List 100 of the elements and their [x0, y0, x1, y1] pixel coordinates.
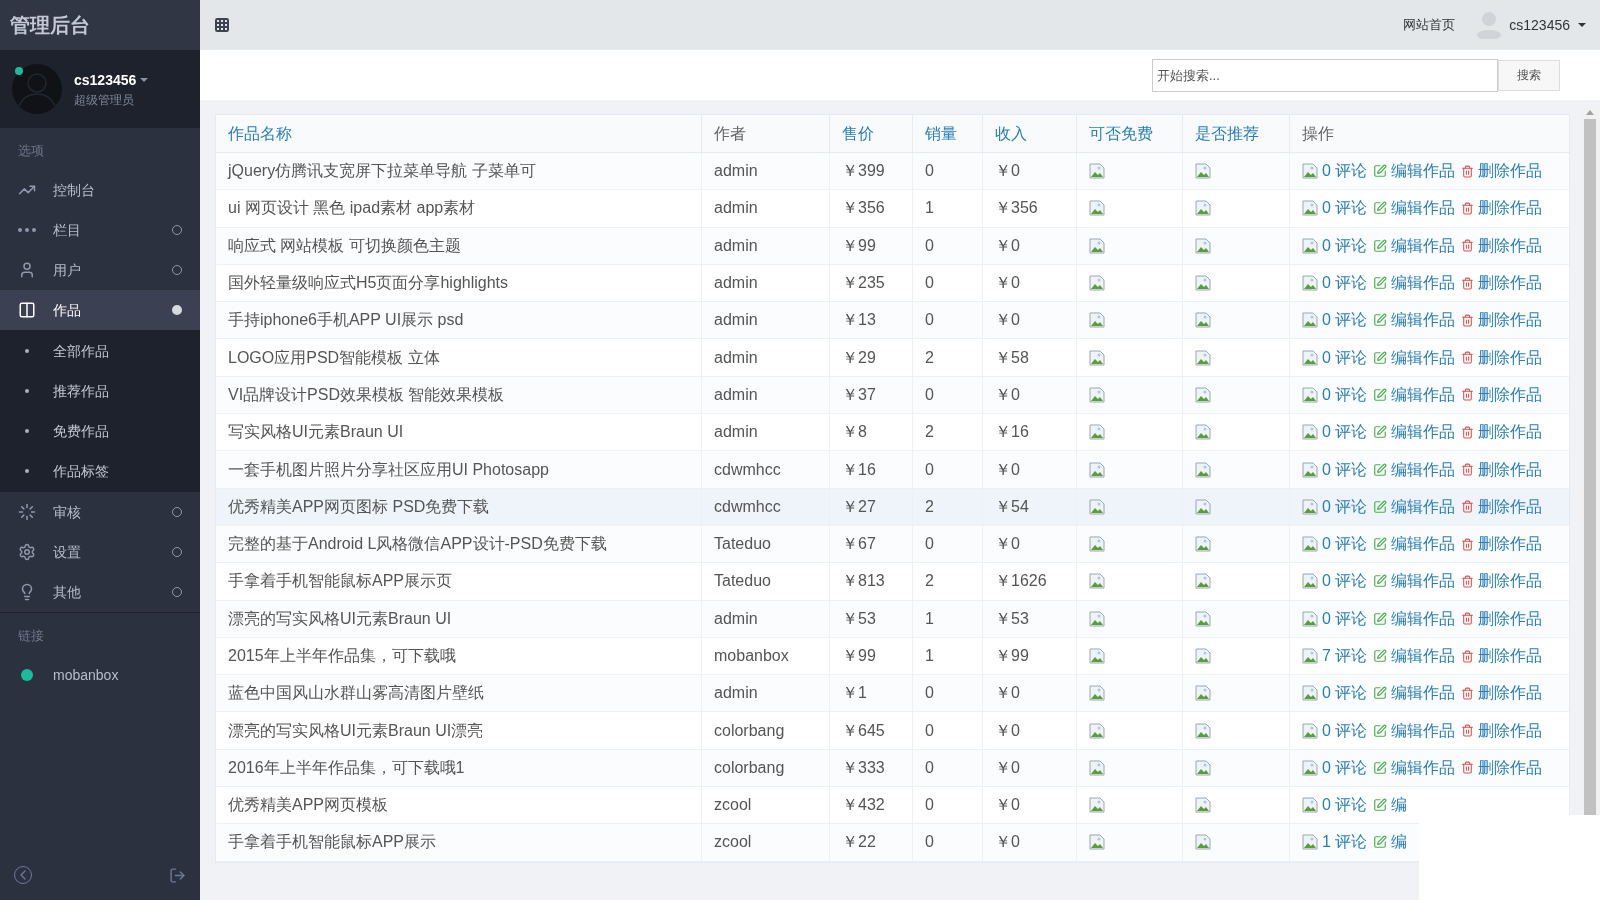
table-cell: admin: [702, 376, 830, 414]
edit-link[interactable]: 编辑作品: [1391, 755, 1456, 780]
delete-link[interactable]: 删除作品: [1478, 196, 1543, 221]
edit-link[interactable]: 编辑作品: [1391, 382, 1456, 407]
delete-link[interactable]: 删除作品: [1478, 420, 1543, 445]
comments-link[interactable]: 1 评论: [1322, 830, 1368, 855]
home-link[interactable]: 网站首页: [1403, 15, 1456, 35]
submenu-item[interactable]: 全部作品: [0, 331, 200, 371]
sidebar-item[interactable]: 用户: [0, 250, 200, 290]
comments-link[interactable]: 0 评论: [1322, 345, 1368, 370]
search-button[interactable]: 搜索: [1498, 59, 1560, 91]
comments-link[interactable]: 0 评论: [1322, 606, 1368, 631]
column-header[interactable]: 可否免费: [1077, 115, 1183, 152]
submenu-item[interactable]: 推荐作品: [0, 371, 200, 411]
comments-link[interactable]: 0 评论: [1322, 718, 1368, 743]
edit-link[interactable]: 编辑作品: [1391, 233, 1456, 258]
sidebar-link[interactable]: mobanbox: [0, 655, 200, 695]
delete-link[interactable]: 删除作品: [1478, 644, 1543, 668]
sidebar-item[interactable]: 栏目: [0, 210, 200, 250]
edit-link[interactable]: 编: [1391, 793, 1408, 818]
edit-link[interactable]: 编: [1391, 830, 1408, 855]
comments-link[interactable]: 0 评论: [1322, 420, 1368, 445]
search-field[interactable]: 开始搜索...: [1152, 58, 1498, 92]
delete-link[interactable]: 删除作品: [1478, 755, 1543, 780]
edit-link[interactable]: 编辑作品: [1391, 606, 1456, 631]
edit-link[interactable]: 编辑作品: [1391, 494, 1456, 519]
delete-link[interactable]: 删除作品: [1478, 159, 1543, 184]
table-row[interactable]: 优秀精美APP网页图标 PSD免费下载 cdwmhcc ￥27 2 ￥54 0 评论 编辑作品 删除作品: [216, 488, 1569, 526]
column-header[interactable]: 是否推荐: [1183, 115, 1290, 152]
edit-link[interactable]: 编辑作品: [1391, 681, 1456, 706]
delete-link[interactable]: 删除作品: [1478, 345, 1543, 370]
edit-link[interactable]: 编辑作品: [1391, 159, 1456, 184]
comments-link[interactable]: 0 评论: [1322, 271, 1368, 296]
delete-link[interactable]: 删除作品: [1478, 718, 1543, 743]
comments-link[interactable]: 0 评论: [1322, 457, 1368, 482]
table-row[interactable]: 写实风格UI元素Braun UI admin ￥8 2 ￥16 0 评论 编辑作品 删除作品: [216, 414, 1569, 452]
apps-grid-icon[interactable]: [214, 17, 230, 33]
table-row[interactable]: 手拿着手机智能鼠标APP展示页 Tateduo ￥813 2 ￥1626 0 评论 编辑作品 删除作品: [216, 563, 1569, 601]
delete-link[interactable]: 删除作品: [1478, 308, 1543, 333]
submenu-item[interactable]: 免费作品: [0, 411, 200, 451]
delete-link[interactable]: 删除作品: [1478, 569, 1543, 594]
comments-link[interactable]: 0 评论: [1322, 308, 1368, 333]
table-row[interactable]: 漂亮的写实风格UI元素Braun UI漂亮 colorbang ￥645 0 ￥0 0 评论 编辑作品 删除作品: [216, 712, 1569, 750]
delete-link[interactable]: 删除作品: [1478, 606, 1543, 631]
edit-link[interactable]: 编辑作品: [1391, 308, 1456, 333]
sidebar-item[interactable]: 作品: [0, 290, 200, 330]
comments-link[interactable]: 0 评论: [1322, 233, 1368, 258]
delete-link[interactable]: 删除作品: [1478, 532, 1543, 557]
comments-link[interactable]: 0 评论: [1322, 755, 1368, 780]
edit-link[interactable]: 编辑作品: [1391, 532, 1456, 557]
table-row[interactable]: VI品牌设计PSD效果模板 智能效果模板 admin ￥37 0 ￥0 0 评论 编辑作品 删除作品: [216, 376, 1569, 415]
table-row[interactable]: 完整的基于Android L风格微信APP设计-PSD免费下载 Tateduo ￥67 0 ￥0 0 评论 编辑作品 删除作品: [216, 525, 1569, 564]
table-row[interactable]: jQuery仿腾讯支宽屏下拉菜单导航 子菜单可 admin ￥399 0 ￥0 0 评论 编辑作品 删除作品: [216, 153, 1569, 191]
comments-link[interactable]: 0 评论: [1322, 532, 1368, 557]
column-header[interactable]: 作品名称: [216, 115, 702, 152]
sidebar-item[interactable]: 控制台: [0, 170, 200, 210]
comments-link[interactable]: 0 评论: [1322, 159, 1368, 184]
table-row[interactable]: 响应式 网站模板 可切换颜色主题 admin ￥99 0 ￥0 0 评论 编辑作品 删除作品: [216, 227, 1569, 265]
edit-link[interactable]: 编辑作品: [1391, 569, 1456, 594]
table-row[interactable]: ui 网页设计 黑色 ipad素材 app素材 admin ￥356 1 ￥356 0 评论 编辑作品 删除作品: [216, 190, 1569, 228]
table-row[interactable]: LOGO应用PSD智能模板 立体 admin ￥29 2 ￥58 0 评论 编辑作品 删除作品: [216, 339, 1569, 377]
submenu-item[interactable]: 作品标签: [0, 451, 200, 491]
delete-link[interactable]: 删除作品: [1478, 457, 1543, 482]
edit-link[interactable]: 编辑作品: [1391, 718, 1456, 743]
column-header[interactable]: 售价: [830, 115, 913, 152]
table-cell: 手拿着手机智能鼠标APP展示: [216, 824, 702, 861]
edit-link[interactable]: 编辑作品: [1391, 644, 1456, 668]
header-user-menu[interactable]: cs123456: [1509, 14, 1570, 36]
comments-link[interactable]: 0 评论: [1322, 681, 1368, 706]
comments-link[interactable]: 0 评论: [1322, 793, 1368, 818]
table-row[interactable]: 手持iphone6手机APP UI展示 psd admin ￥13 0 ￥0 0 评论 编辑作品 删除作品: [216, 302, 1569, 340]
table-row[interactable]: 一套手机图片照片分享社区应用UI Photosapp cdwmhcc ￥16 0 ￥0 0 评论 编辑作品 删除作品: [216, 451, 1569, 489]
sidebar-item[interactable]: 其他: [0, 572, 200, 612]
comments-link[interactable]: 0 评论: [1322, 382, 1368, 407]
edit-link[interactable]: 编辑作品: [1391, 457, 1456, 482]
delete-link[interactable]: 删除作品: [1478, 382, 1543, 407]
comments-link[interactable]: 0 评论: [1322, 196, 1368, 221]
user-name[interactable]: cs123456: [74, 69, 137, 91]
sidebar-item[interactable]: 审核: [0, 492, 200, 532]
edit-link[interactable]: 编辑作品: [1391, 196, 1456, 221]
broken-image-icon: [1195, 386, 1211, 403]
delete-link[interactable]: 删除作品: [1478, 233, 1543, 258]
delete-link[interactable]: 删除作品: [1478, 271, 1543, 296]
column-header[interactable]: 收入: [983, 115, 1077, 152]
comments-link[interactable]: 7 评论: [1322, 644, 1368, 668]
edit-link[interactable]: 编辑作品: [1391, 345, 1456, 370]
edit-link[interactable]: 编辑作品: [1391, 271, 1456, 296]
delete-link[interactable]: 删除作品: [1478, 494, 1543, 519]
table-row[interactable]: 2016年上半年作品集，可下载哦1 colorbang ￥333 0 ￥0 0 评论 编辑作品 删除作品: [216, 749, 1569, 788]
comments-link[interactable]: 0 评论: [1322, 494, 1368, 519]
delete-link[interactable]: 删除作品: [1478, 681, 1543, 706]
table-row[interactable]: 2015年上半年作品集，可下载哦 mobanbox ￥99 1 ￥99 7 评论 编辑作品 删除作品: [216, 637, 1569, 676]
table-row[interactable]: 国外轻量级响应式H5页面分享highlights admin ￥235 0 ￥0 0 评论 编辑作品 删除作品: [216, 264, 1569, 303]
edit-link[interactable]: 编辑作品: [1391, 420, 1456, 445]
table-row[interactable]: 蓝色中国风山水群山雾高清图片壁纸 admin ￥1 0 ￥0 0 评论 编辑作品 删除作品: [216, 675, 1569, 713]
column-header[interactable]: 销量: [913, 115, 983, 152]
table-row[interactable]: 漂亮的写实风格UI元素Braun UI admin ￥53 1 ￥53 0 评论 编辑作品 删除作品: [216, 600, 1569, 638]
logout-icon[interactable]: [169, 866, 186, 884]
comments-link[interactable]: 0 评论: [1322, 569, 1368, 594]
sidebar-item[interactable]: 设置: [0, 532, 200, 572]
